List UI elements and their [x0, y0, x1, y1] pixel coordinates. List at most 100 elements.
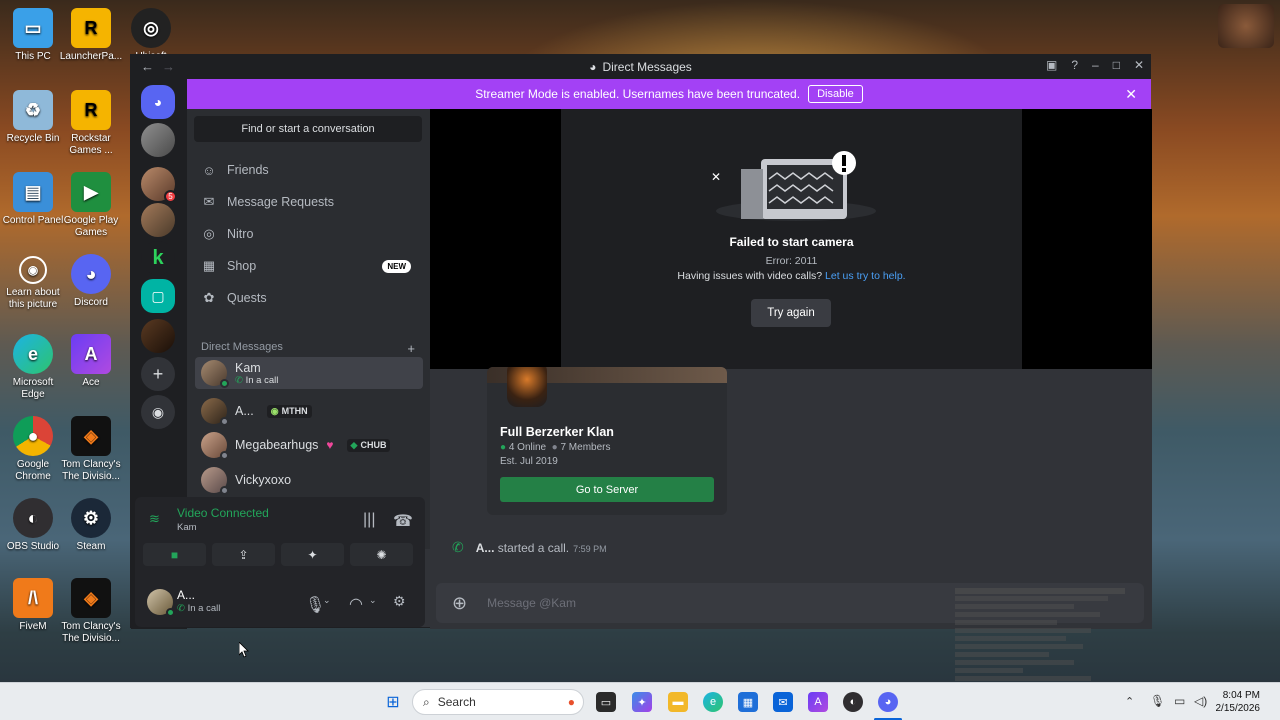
dm-avatar-server[interactable]: 5 [141, 167, 177, 203]
desktop-icon-edge[interactable]: e Microsoft Edge [0, 334, 66, 401]
nav-quests[interactable]: ✿ Quests [195, 284, 423, 312]
desktop-icon-division-1[interactable]: ◈ Tom Clancy's The Divisio... [58, 416, 124, 483]
gamepad-icon: ▶ [71, 172, 111, 212]
edge-icon[interactable]: e [703, 692, 723, 712]
avatar[interactable] [147, 589, 175, 617]
disconnect-icon[interactable]: ☎ [393, 511, 413, 531]
desktop-icon-division-2[interactable]: ◈ Tom Clancy's The Divisio... [58, 578, 124, 645]
desktop-icon-recycle-bin[interactable]: ♻ Recycle Bin [0, 90, 66, 145]
desktop-icon-chrome[interactable]: ● Google Chrome [0, 416, 66, 483]
dm-avatar-server[interactable] [141, 203, 175, 237]
desktop-icon-rockstar[interactable]: R Rockstar Games ... [58, 90, 124, 157]
desktop-icon-launcher[interactable]: R LauncherPa... [58, 8, 124, 63]
go-to-server-button[interactable]: Go to Server [500, 477, 714, 502]
desktop-icon-discord[interactable]: ◕ Discord [58, 254, 124, 309]
nav-message-requests[interactable]: ✉ Message Requests [195, 188, 423, 216]
obs-icon[interactable]: ◐ [843, 692, 863, 712]
soundboard-icon: ✺ [376, 547, 387, 562]
help-icon[interactable]: ? [1071, 58, 1078, 72]
obs-icon: ◐ [13, 498, 53, 538]
task-view-icon[interactable]: ▭ [596, 692, 616, 712]
start-button[interactable]: ⊞ [383, 692, 403, 712]
recycle-bin-icon: ♻ [13, 90, 53, 130]
file-explorer-icon[interactable]: ▬ [668, 692, 688, 712]
tray-overflow-icon[interactable]: ⌃ [1125, 695, 1134, 708]
chrome-icon: ● [13, 416, 53, 456]
disable-streamer-mode-button[interactable]: Disable [808, 85, 863, 103]
try-again-button[interactable]: Try again [751, 299, 831, 327]
quests-icon: ✿ [203, 290, 215, 305]
dm-row-a[interactable]: A... ◉ MTHN [195, 395, 423, 427]
desktop-icon-obs[interactable]: ◐ OBS Studio [0, 498, 66, 553]
inbox-icon[interactable]: ▣ [1046, 58, 1057, 72]
noise-suppression-icon[interactable]: ||| [363, 511, 375, 529]
camera-button[interactable]: ■ [143, 543, 206, 566]
desktop-icon-fivem[interactable]: /\ FiveM [0, 578, 66, 633]
nav-friends[interactable]: ☺ Friends [195, 156, 423, 184]
video-stage: ✕ Failed to start camera Error: 2011 Hav… [430, 109, 1152, 369]
home-button[interactable]: ◕ [141, 85, 175, 119]
find-conversation-button[interactable]: Find or start a conversation [194, 116, 422, 142]
server-icon[interactable]: ▢ [141, 279, 175, 313]
chevron-down-icon[interactable]: ⌄ [369, 595, 377, 606]
close-icon[interactable]: ✕ [1134, 58, 1144, 72]
ace-icon[interactable]: A [808, 692, 828, 712]
call-started-message: ✆ A... started a call. 7:59 PM [452, 539, 607, 555]
volume-icon[interactable]: ◁) [1194, 694, 1207, 708]
maximize-icon[interactable]: □ [1113, 58, 1120, 72]
svg-text:✕: ✕ [711, 170, 721, 184]
dm-row-kam[interactable]: Kam ✆ In a call [195, 357, 423, 389]
minimize-icon[interactable]: – [1092, 58, 1099, 72]
microphone-icon[interactable]: 🎙︎ [1150, 694, 1165, 708]
add-server-button[interactable]: + [141, 357, 175, 391]
discover-button[interactable]: ◉ [141, 395, 175, 429]
nav-nitro[interactable]: ◎ Nitro [195, 220, 423, 248]
desktop-icon-steam[interactable]: ⚙ Steam [58, 498, 124, 553]
taskbar-search[interactable]: ⌕ Search ● [412, 689, 584, 715]
desktop-icon-this-pc[interactable]: ▭ This PC [0, 8, 66, 63]
nav-shop[interactable]: ▦ Shop NEW [195, 252, 423, 280]
clock[interactable]: 8:04 PM 2/15/2026 [1216, 689, 1261, 715]
network-icon[interactable]: ▭ [1174, 694, 1185, 708]
chevron-down-icon[interactable]: ⌄ [323, 595, 331, 606]
desktop-icon-learn-picture[interactable]: ◉ Learn about this picture [0, 256, 66, 311]
forward-arrow-icon[interactable]: → [162, 59, 175, 74]
server-tag: ◆ CHUB [346, 438, 391, 452]
search-icon: ⌕ [423, 694, 430, 709]
tag-icon: ◆ [350, 439, 358, 450]
discord-icon[interactable]: ◕ [878, 692, 898, 712]
desktop-icon-ace[interactable]: A Ace [58, 334, 124, 389]
server-icon[interactable] [141, 319, 175, 353]
division-icon: ◈ [71, 416, 111, 456]
back-arrow-icon[interactable]: ← [141, 59, 154, 74]
discord-window: ← → ◕ Direct Messages ▣ ? – □ ✕ Streamer … [130, 54, 1152, 629]
headphones-icon[interactable]: ◠ [349, 594, 363, 614]
broken-camera-illustration: ✕ [711, 151, 876, 221]
close-banner-icon[interactable]: ✕ [1125, 86, 1137, 103]
dm-row-vickyxoxo[interactable]: Vickyxoxo [195, 464, 423, 496]
server-tag: ◉ MTHN [266, 404, 312, 418]
add-attachment-icon[interactable]: ⊕ [452, 593, 467, 614]
ubisoft-icon: ◎ [131, 8, 171, 48]
add-dm-icon[interactable]: + [407, 341, 415, 356]
rockstar-icon: R [71, 8, 111, 48]
desktop-icon-google-play-games[interactable]: ▶ Google Play Games [58, 172, 124, 239]
plus-icon: + [152, 363, 164, 384]
copilot-icon[interactable]: ✦ [632, 692, 652, 712]
help-link[interactable]: Let us try to help. [825, 270, 906, 282]
dm-sidebar: Find or start a conversation ☺ Friends ✉… [187, 109, 430, 549]
outlook-icon[interactable]: ✉ [773, 692, 793, 712]
server-icon[interactable]: k [141, 241, 175, 275]
desktop-icon-control-panel[interactable]: ▤ Control Panel [0, 172, 66, 227]
server-invite-card: Full Berzerker Klan ● 4 Online ● 7 Membe… [487, 367, 727, 515]
store-icon[interactable]: ▦ [738, 692, 758, 712]
dm-avatar-server[interactable] [141, 123, 175, 157]
settings-gear-icon[interactable]: ⚙ [393, 593, 406, 610]
windows-logo-icon: ⊞ [386, 694, 400, 711]
soundboard-button[interactable]: ✺ [350, 543, 413, 566]
window-controls: ▣ ? – □ ✕ [1046, 58, 1144, 72]
screen-share-button[interactable]: ⇪ [212, 543, 275, 566]
activities-button[interactable]: ✦ [281, 543, 344, 566]
dm-row-megabearhugs[interactable]: Megabearhugs ♥ ◆ CHUB [195, 429, 423, 461]
heart-icon: ♥ [326, 438, 334, 452]
